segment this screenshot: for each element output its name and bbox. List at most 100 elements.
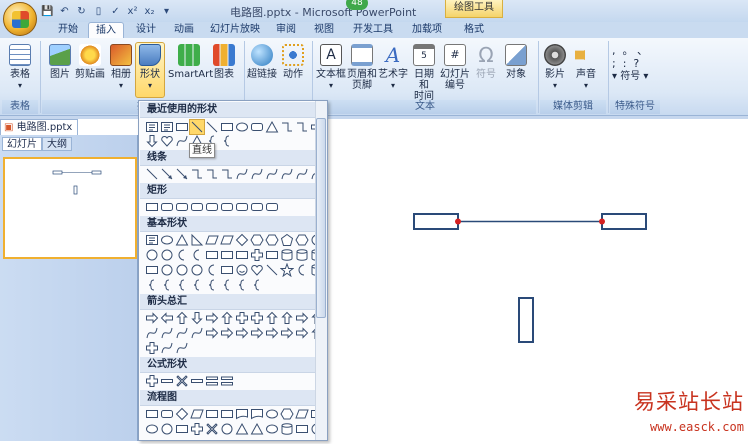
object-button[interactable]: 对象	[502, 44, 530, 80]
basic-shapes-shape-oval-icon[interactable]	[160, 233, 174, 247]
rectangles-shape-rrect-icon[interactable]	[205, 200, 219, 214]
recent-shapes-shape-rrect-icon[interactable]	[250, 120, 264, 134]
basic-shapes-shape-brace-icon[interactable]	[145, 278, 159, 292]
basic-shapes-shape-para-icon[interactable]	[205, 233, 219, 247]
basic-shapes-shape-line-icon[interactable]	[265, 263, 279, 277]
album-button[interactable]: 相册 ▾	[107, 44, 135, 91]
datetime-button[interactable]: 5 日期和 时间	[410, 44, 438, 102]
tab-review[interactable]: 审阅	[270, 22, 302, 38]
sound-button[interactable]: 声音 ▾	[572, 44, 600, 91]
hyperlink-button[interactable]: 超链接	[246, 44, 278, 80]
basic-shapes-shape-smile-icon[interactable]	[235, 263, 249, 277]
menu-scrollbar-thumb[interactable]	[316, 118, 326, 318]
equation-shapes-shape-plus-icon[interactable]	[145, 374, 159, 388]
lines-shape-curve-icon[interactable]	[265, 167, 279, 181]
basic-shapes-shape-brace-icon[interactable]	[235, 278, 249, 292]
lines-shape-elbow-icon[interactable]	[190, 167, 204, 181]
basic-shapes-shape-circle-icon[interactable]	[145, 248, 159, 262]
block-arrows-shape-rarrow-icon[interactable]	[205, 311, 219, 325]
flowchart-shape-plus-icon[interactable]	[190, 422, 204, 436]
basic-shapes-shape-diamond-icon[interactable]	[235, 233, 249, 247]
block-arrows-shape-uarrow-icon[interactable]	[280, 311, 294, 325]
basic-shapes-shape-circle-icon[interactable]	[175, 263, 189, 277]
slide-thumbnail[interactable]	[3, 157, 137, 259]
block-arrows-shape-uarrow-icon[interactable]	[220, 311, 234, 325]
recent-shapes-2-shape-curve-icon[interactable]	[175, 134, 189, 148]
block-arrows-shape-curve-icon[interactable]	[160, 341, 174, 355]
block-arrows-shape-rarrow-icon[interactable]	[265, 326, 279, 340]
block-arrows-shape-curve-icon[interactable]	[190, 326, 204, 340]
tab-animation[interactable]: 动画	[168, 22, 200, 38]
basic-shapes-shape-circle-icon[interactable]	[160, 263, 174, 277]
shapes-button[interactable]: 形状 ▾	[136, 44, 164, 91]
special-symbols-button[interactable]: , 。 、 ; : ? ▾ 符号 ▾	[612, 44, 656, 83]
save-icon[interactable]: 💾	[40, 4, 55, 19]
basic-shapes-shape-brace-icon[interactable]	[175, 278, 189, 292]
flowchart-shape-hex-icon[interactable]	[280, 407, 294, 421]
flowchart-shape-oval-icon[interactable]	[145, 422, 159, 436]
rectangles-shape-rrect-icon[interactable]	[160, 200, 174, 214]
recent-shapes-shape-textbox-icon[interactable]	[145, 120, 159, 134]
rectangles-shape-rrect-icon[interactable]	[175, 200, 189, 214]
lines-shape-curve-icon[interactable]	[250, 167, 264, 181]
basic-shapes-shape-pent-icon[interactable]	[280, 233, 294, 247]
rectangles-shape-rrect-icon[interactable]	[220, 200, 234, 214]
slide-number-button[interactable]: # 幻灯片 编号	[440, 44, 470, 91]
recent-shapes-shape-line-icon[interactable]	[205, 120, 219, 134]
lines-shape-elbow-icon[interactable]	[220, 167, 234, 181]
recent-shapes-shape-textbox-icon[interactable]	[160, 120, 174, 134]
basic-shapes-shape-rect-icon[interactable]	[235, 248, 249, 262]
lines-shape-curve-icon[interactable]	[235, 167, 249, 181]
clipart-button[interactable]: 剪贴画	[74, 44, 106, 80]
block-arrows-shape-curve-icon[interactable]	[160, 326, 174, 340]
block-arrows-shape-curve-icon[interactable]	[175, 341, 189, 355]
tab-slideshow[interactable]: 幻灯片放映	[206, 22, 264, 38]
block-arrows-shape-uarrow-icon[interactable]	[175, 311, 189, 325]
basic-shapes-shape-moon-icon[interactable]	[190, 248, 204, 262]
basic-shapes-shape-rect-icon[interactable]	[220, 248, 234, 262]
lines-shape-elbow-icon[interactable]	[205, 167, 219, 181]
flowchart-shape-rect-icon[interactable]	[145, 407, 159, 421]
block-arrows-shape-larrow-icon[interactable]	[160, 311, 174, 325]
flowchart-shape-circle-icon[interactable]	[220, 422, 234, 436]
textbox-button[interactable]: A 文本框 ▾	[316, 44, 346, 91]
flowchart-shape-para-icon[interactable]	[295, 407, 309, 421]
basic-shapes-shape-para-icon[interactable]	[220, 233, 234, 247]
basic-shapes-shape-moon-icon[interactable]	[175, 248, 189, 262]
tab-slides[interactable]: 幻灯片	[2, 137, 42, 151]
document-tab[interactable]: ▣ 电路图.pptx	[0, 119, 78, 135]
basic-shapes-shape-brace-icon[interactable]	[160, 278, 174, 292]
flowchart-shape-rect-icon[interactable]	[175, 422, 189, 436]
flowchart-shape-rect-icon[interactable]	[295, 422, 309, 436]
rectangles-shape-rrect-icon[interactable]	[190, 200, 204, 214]
subscript-icon[interactable]: x₂	[142, 4, 157, 19]
recent-shapes-2-shape-darrow-icon[interactable]	[145, 134, 159, 148]
recent-shapes-shape-elbow-icon[interactable]	[280, 120, 294, 134]
block-arrows-shape-curve-icon[interactable]	[175, 326, 189, 340]
lines-shape-curve-icon[interactable]	[280, 167, 294, 181]
wordart-button[interactable]: A 艺术字 ▾	[378, 44, 408, 91]
basic-shapes-shape-brace-icon[interactable]	[190, 278, 204, 292]
flowchart-shape-times-icon[interactable]	[205, 422, 219, 436]
flowchart-shape-oval-icon[interactable]	[265, 407, 279, 421]
recent-shapes-2-shape-brace-icon[interactable]	[220, 134, 234, 148]
flowchart-shape-diamond-icon[interactable]	[175, 407, 189, 421]
spelling-icon[interactable]: ✓	[108, 4, 123, 19]
tab-view[interactable]: 视图	[308, 22, 340, 38]
customize-qat-icon[interactable]: ▾	[159, 4, 174, 19]
recent-shapes-shape-oval-icon[interactable]	[235, 120, 249, 134]
flowchart-shape-tri-icon[interactable]	[235, 422, 249, 436]
header-footer-button[interactable]: 页眉和 页脚	[346, 44, 378, 91]
tab-developer[interactable]: 开发工具	[346, 22, 400, 38]
basic-shapes-shape-rtri-icon[interactable]	[190, 233, 204, 247]
basic-shapes-shape-rect-icon[interactable]	[145, 263, 159, 277]
block-arrows-shape-rarrow-icon[interactable]	[145, 311, 159, 325]
tab-insert[interactable]: 插入	[88, 22, 124, 38]
block-arrows-shape-plus-icon[interactable]	[145, 341, 159, 355]
basic-shapes-shape-brace-icon[interactable]	[220, 278, 234, 292]
basic-shapes-shape-rect-icon[interactable]	[220, 263, 234, 277]
basic-shapes-shape-textbox-icon[interactable]	[145, 233, 159, 247]
basic-shapes-shape-heart-icon[interactable]	[250, 263, 264, 277]
office-button[interactable]	[3, 2, 37, 36]
flowchart-shape-oval-icon[interactable]	[265, 422, 279, 436]
